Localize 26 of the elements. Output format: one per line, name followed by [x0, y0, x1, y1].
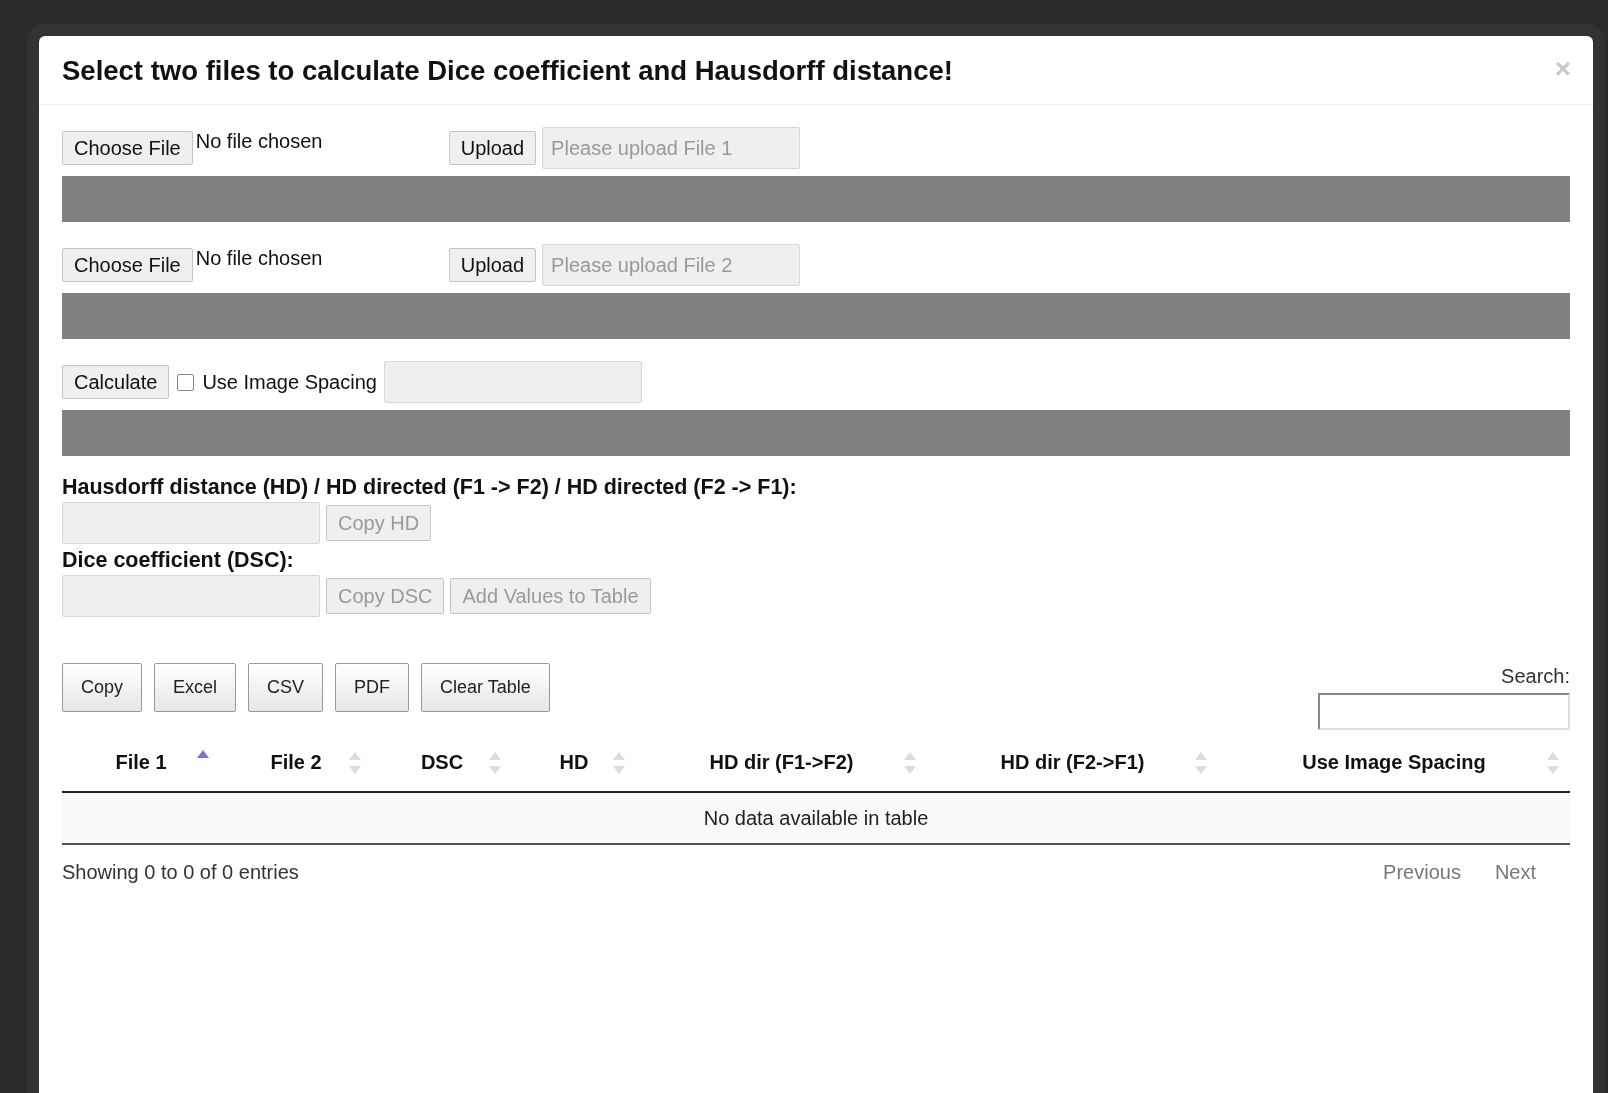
file-name-field[interactable]: Please upload File 2 — [542, 244, 801, 286]
file-status: No file chosen — [194, 129, 324, 153]
result-label: Dice coefficient (DSC): — [62, 548, 295, 573]
search-label: Search: — [1501, 665, 1570, 688]
spacing-field[interactable] — [383, 361, 642, 403]
export-button[interactable]: Copy — [62, 663, 143, 712]
file-status: No file chosen — [194, 246, 324, 270]
result-field[interactable] — [62, 575, 320, 617]
choose-file-button[interactable]: Choose File — [62, 131, 193, 165]
export-button[interactable]: Excel — [154, 663, 237, 712]
result-label: Hausdorff distance (HD) / HD directed (F1 -> F2) / HD directed (F2 -> F1): — [62, 475, 798, 500]
dialog-title: Select two files to calculate Dice coefficient and Hausdorff distance! — [62, 55, 953, 87]
upload-button[interactable]: Upload — [448, 248, 537, 282]
file-name-field[interactable]: Please upload File 1 — [542, 127, 801, 169]
calculate-button[interactable]: Calculate — [62, 365, 170, 399]
result-field[interactable] — [62, 502, 320, 544]
upload-button[interactable]: Upload — [448, 131, 537, 165]
checkbox[interactable] — [177, 373, 195, 391]
table-info: Showing 0 to 0 of 0 entries — [62, 861, 299, 884]
export-button[interactable]: PDF — [335, 663, 410, 712]
search-field[interactable] — [1318, 693, 1570, 730]
choose-file-button[interactable]: Choose File — [62, 248, 193, 282]
checkbox-label: Use Image Spacing — [202, 370, 377, 394]
export-button[interactable]: Clear Table — [421, 663, 550, 712]
empty-message: No data available in table — [62, 792, 1570, 844]
export-button[interactable]: CSV — [248, 663, 324, 712]
